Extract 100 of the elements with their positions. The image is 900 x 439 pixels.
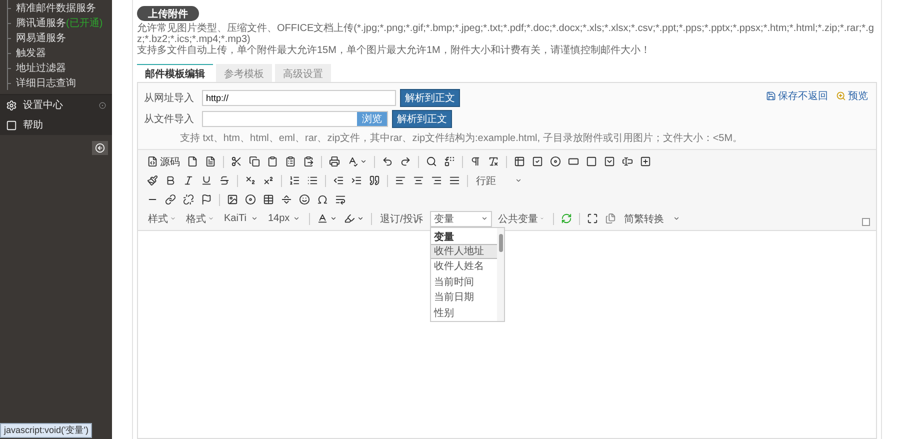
strikethrough-icon: [219, 175, 230, 186]
textarea-icon: [586, 156, 597, 167]
collapse-button[interactable]: [92, 141, 108, 155]
sidebar-item[interactable]: 网易通服务: [0, 30, 112, 45]
refresh-icon: [561, 213, 572, 224]
menu-item[interactable]: 设置中心: [0, 95, 112, 115]
horizontal-rule-icon: [281, 194, 292, 205]
page-break-icon: [335, 194, 346, 205]
parse-button[interactable]: 解析到正文: [400, 89, 460, 107]
parse-button[interactable]: 解析到正文: [392, 110, 452, 128]
bullet-list-icon: [307, 175, 318, 186]
undo-icon: [382, 156, 393, 167]
upload-note: 允许常见图片类型、压缩文件、OFFICE文档上传(*.jpg;*.png;*.gif;*.bmp;*.jpeg;*.txt;*.pdf;*.doc;*.docx;*.xls;*.xlsx;*.csv;*.ppt;*.pps;*.pptx;*.ppsx;*.htm;*.html;*.zip;*.rar;*.gz;*.bz2;*.ics;*.mp4;*.mp3): [137, 23, 875, 45]
text-field-icon: [568, 156, 579, 167]
pilcrow-icon: [470, 156, 481, 167]
new-page-icon: [187, 156, 198, 167]
copy-icon: [249, 156, 260, 167]
code-file-icon: [147, 156, 158, 167]
menu-header: 变量: [433, 230, 455, 244]
flag-icon: [201, 194, 212, 205]
upload-button[interactable]: 上传附件: [137, 6, 199, 21]
search-icon: [426, 156, 437, 167]
smiley-icon: [299, 194, 310, 205]
paste-icon: [267, 156, 278, 167]
toolbar-collapse-button[interactable]: [862, 218, 870, 226]
settings-icon: [6, 100, 17, 110]
form-icon: [514, 156, 525, 167]
paste-word-icon: [303, 156, 314, 167]
arrow-left-icon: [95, 143, 105, 153]
sidebar-item[interactable]: 触发器: [0, 45, 112, 60]
files-icon: [605, 213, 616, 224]
unlink-icon: [183, 194, 194, 205]
save-link[interactable]: 保存不返回: [766, 89, 828, 103]
toolbar-dropdown[interactable]: 行距: [472, 172, 526, 188]
caret-icon: [515, 177, 522, 184]
sidebar-item[interactable]: 详细日志查询: [0, 75, 112, 90]
caret-icon: [251, 215, 258, 222]
caret-icon: [481, 215, 488, 222]
image-icon: [227, 194, 238, 205]
caret-icon: [357, 215, 364, 222]
print-icon: [329, 156, 340, 167]
special-character-icon: [317, 194, 328, 205]
menu-item[interactable]: 收件人地址: [431, 244, 497, 259]
toolbar-dropdown[interactable]: KaiTi: [220, 210, 262, 226]
select-icon: [604, 156, 615, 167]
toolbar-dropdown[interactable]: 样式: [144, 210, 180, 226]
menu-item[interactable]: 帮助: [0, 115, 112, 135]
italic-icon: [183, 175, 194, 186]
indent-icon: [351, 175, 362, 186]
bold-icon: [165, 175, 176, 186]
highlighter-icon: [344, 213, 355, 224]
save-icon: [766, 91, 776, 101]
numbered-list-icon: [289, 175, 300, 186]
caret-icon: [170, 215, 176, 222]
align-left-icon: [395, 175, 406, 186]
caret-icon: [360, 158, 367, 165]
align-right-icon: [431, 175, 442, 186]
cut-icon: [231, 156, 242, 167]
preview-icon: [205, 156, 216, 167]
caret-icon: [673, 215, 680, 222]
upload-note: 支持多文件自动上传，单个附件最大允许15M，单个图片最大允许1M，附件大小和计费有关，请谨慎控制邮件大小！: [137, 45, 652, 56]
source-button[interactable]: 源码: [144, 154, 183, 170]
paste-text-icon: [285, 156, 296, 167]
expand-icon: [99, 102, 106, 108]
table-icon: [263, 194, 274, 205]
sidebar-item[interactable]: 腾讯通服务(已开通): [0, 15, 112, 30]
sidebar-item[interactable]: 地址过滤器: [0, 60, 112, 75]
quote-icon: [369, 175, 380, 186]
toolbar-dropdown[interactable]: 简繁转换: [620, 210, 684, 226]
status-bar: javascript:void('变量'): [0, 423, 92, 438]
square-icon: [6, 120, 17, 130]
import-hint: 支持 txt、htm、html、eml、rar、zip文件，其中rar、zip文件结构为:example.html, 子目录放附件或引用图片；文件大小：<5M。: [179, 132, 744, 145]
checkbox-tool-icon: [532, 156, 543, 167]
preview-link[interactable]: 预览: [836, 89, 868, 103]
replace-icon: [444, 156, 455, 167]
font-color-icon: [317, 213, 328, 224]
hidden-field-icon: [640, 156, 651, 167]
copy-format-icon: [147, 175, 158, 186]
status-label: (已开通): [66, 16, 103, 30]
outdent-icon: [333, 175, 344, 186]
caret-icon: [293, 215, 300, 222]
scrollbar[interactable]: [497, 228, 504, 321]
toolbar-dropdown[interactable]: 格式: [182, 210, 218, 226]
toolbar-dropdown[interactable]: 公共变量: [494, 210, 548, 226]
tab[interactable]: 邮件模板编辑: [137, 64, 213, 82]
superscript-icon: [263, 175, 274, 186]
remove-format-icon: [488, 156, 499, 167]
caret-icon: [208, 215, 214, 222]
underline-icon: [201, 175, 212, 186]
toolbar-dropdown[interactable]: 退订/投诉: [376, 210, 428, 226]
field-label: 从文件导入: [144, 112, 195, 126]
sidebar-item[interactable]: 精准邮件数据服务: [0, 0, 112, 15]
button-icon: [622, 156, 633, 167]
toolbar-dropdown[interactable]: 14px: [264, 210, 304, 226]
align-center-icon: [413, 175, 424, 186]
subscript-icon: [245, 175, 256, 186]
url-field[interactable]: http://: [202, 90, 396, 106]
disc-icon: [550, 156, 561, 167]
zoom-icon: [836, 91, 846, 101]
maximize-icon: [587, 213, 598, 224]
